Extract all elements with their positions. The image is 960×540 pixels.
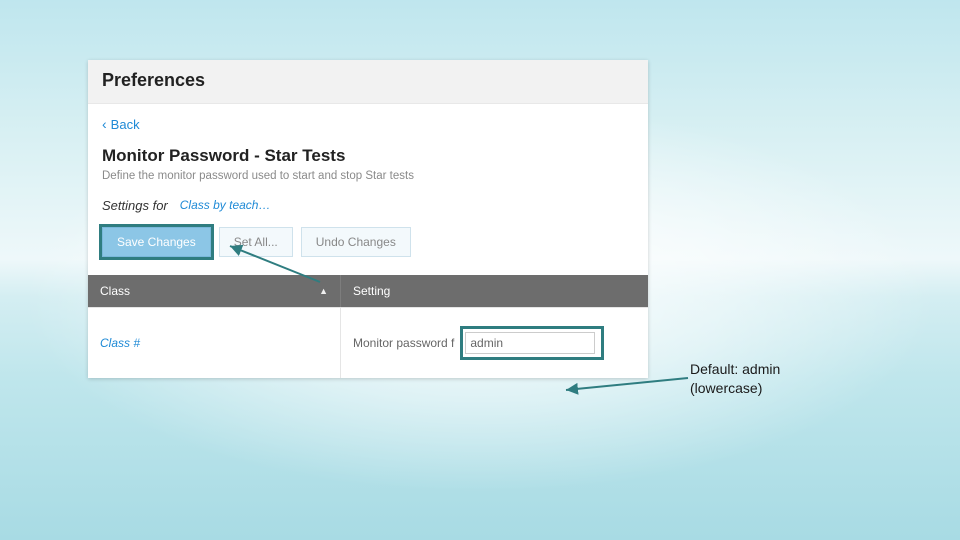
preferences-panel: Preferences ‹ Back Monitor Password - St…	[88, 60, 648, 378]
set-all-button[interactable]: Set All...	[219, 227, 293, 257]
setting-cell: Monitor password f	[340, 308, 648, 378]
annotation-line-1: Default: admin	[690, 360, 780, 379]
action-button-row: Save Changes Set All... Undo Changes	[102, 227, 634, 261]
setting-label: Monitor password f	[353, 336, 454, 350]
class-link-label: Class #	[100, 336, 140, 350]
chevron-left-icon: ‹	[102, 117, 107, 131]
undo-button[interactable]: Undo Changes	[301, 227, 411, 257]
column-header-setting[interactable]: Setting	[340, 275, 648, 307]
table-row: Class # Monitor password f	[88, 307, 648, 378]
panel-header: Preferences	[88, 60, 648, 104]
column-header-setting-label: Setting	[353, 284, 390, 298]
sort-ascending-icon: ▲	[319, 286, 328, 296]
section-title: Monitor Password - Star Tests	[102, 146, 634, 166]
annotation-text: Default: admin (lowercase)	[690, 360, 780, 398]
annotation-line-2: (lowercase)	[690, 379, 780, 398]
save-highlight-box: Save Changes	[102, 227, 211, 257]
back-label: Back	[111, 117, 140, 132]
class-cell[interactable]: Class #	[88, 308, 340, 378]
settings-for-label: Settings for	[102, 198, 168, 213]
settings-scope-link[interactable]: Class by teach…	[180, 198, 271, 212]
settings-scope-row: Settings for Class by teach…	[102, 198, 634, 213]
monitor-password-input[interactable]	[465, 332, 595, 354]
back-link[interactable]: ‹ Back	[102, 117, 140, 132]
password-highlight-box	[460, 326, 604, 360]
page-title: Preferences	[102, 70, 634, 91]
section-description: Define the monitor password used to star…	[102, 170, 634, 182]
column-header-class-label: Class	[100, 284, 130, 298]
column-header-class[interactable]: Class ▲	[88, 275, 340, 307]
save-button[interactable]: Save Changes	[102, 227, 211, 257]
table-header-row: Class ▲ Setting	[88, 275, 648, 307]
